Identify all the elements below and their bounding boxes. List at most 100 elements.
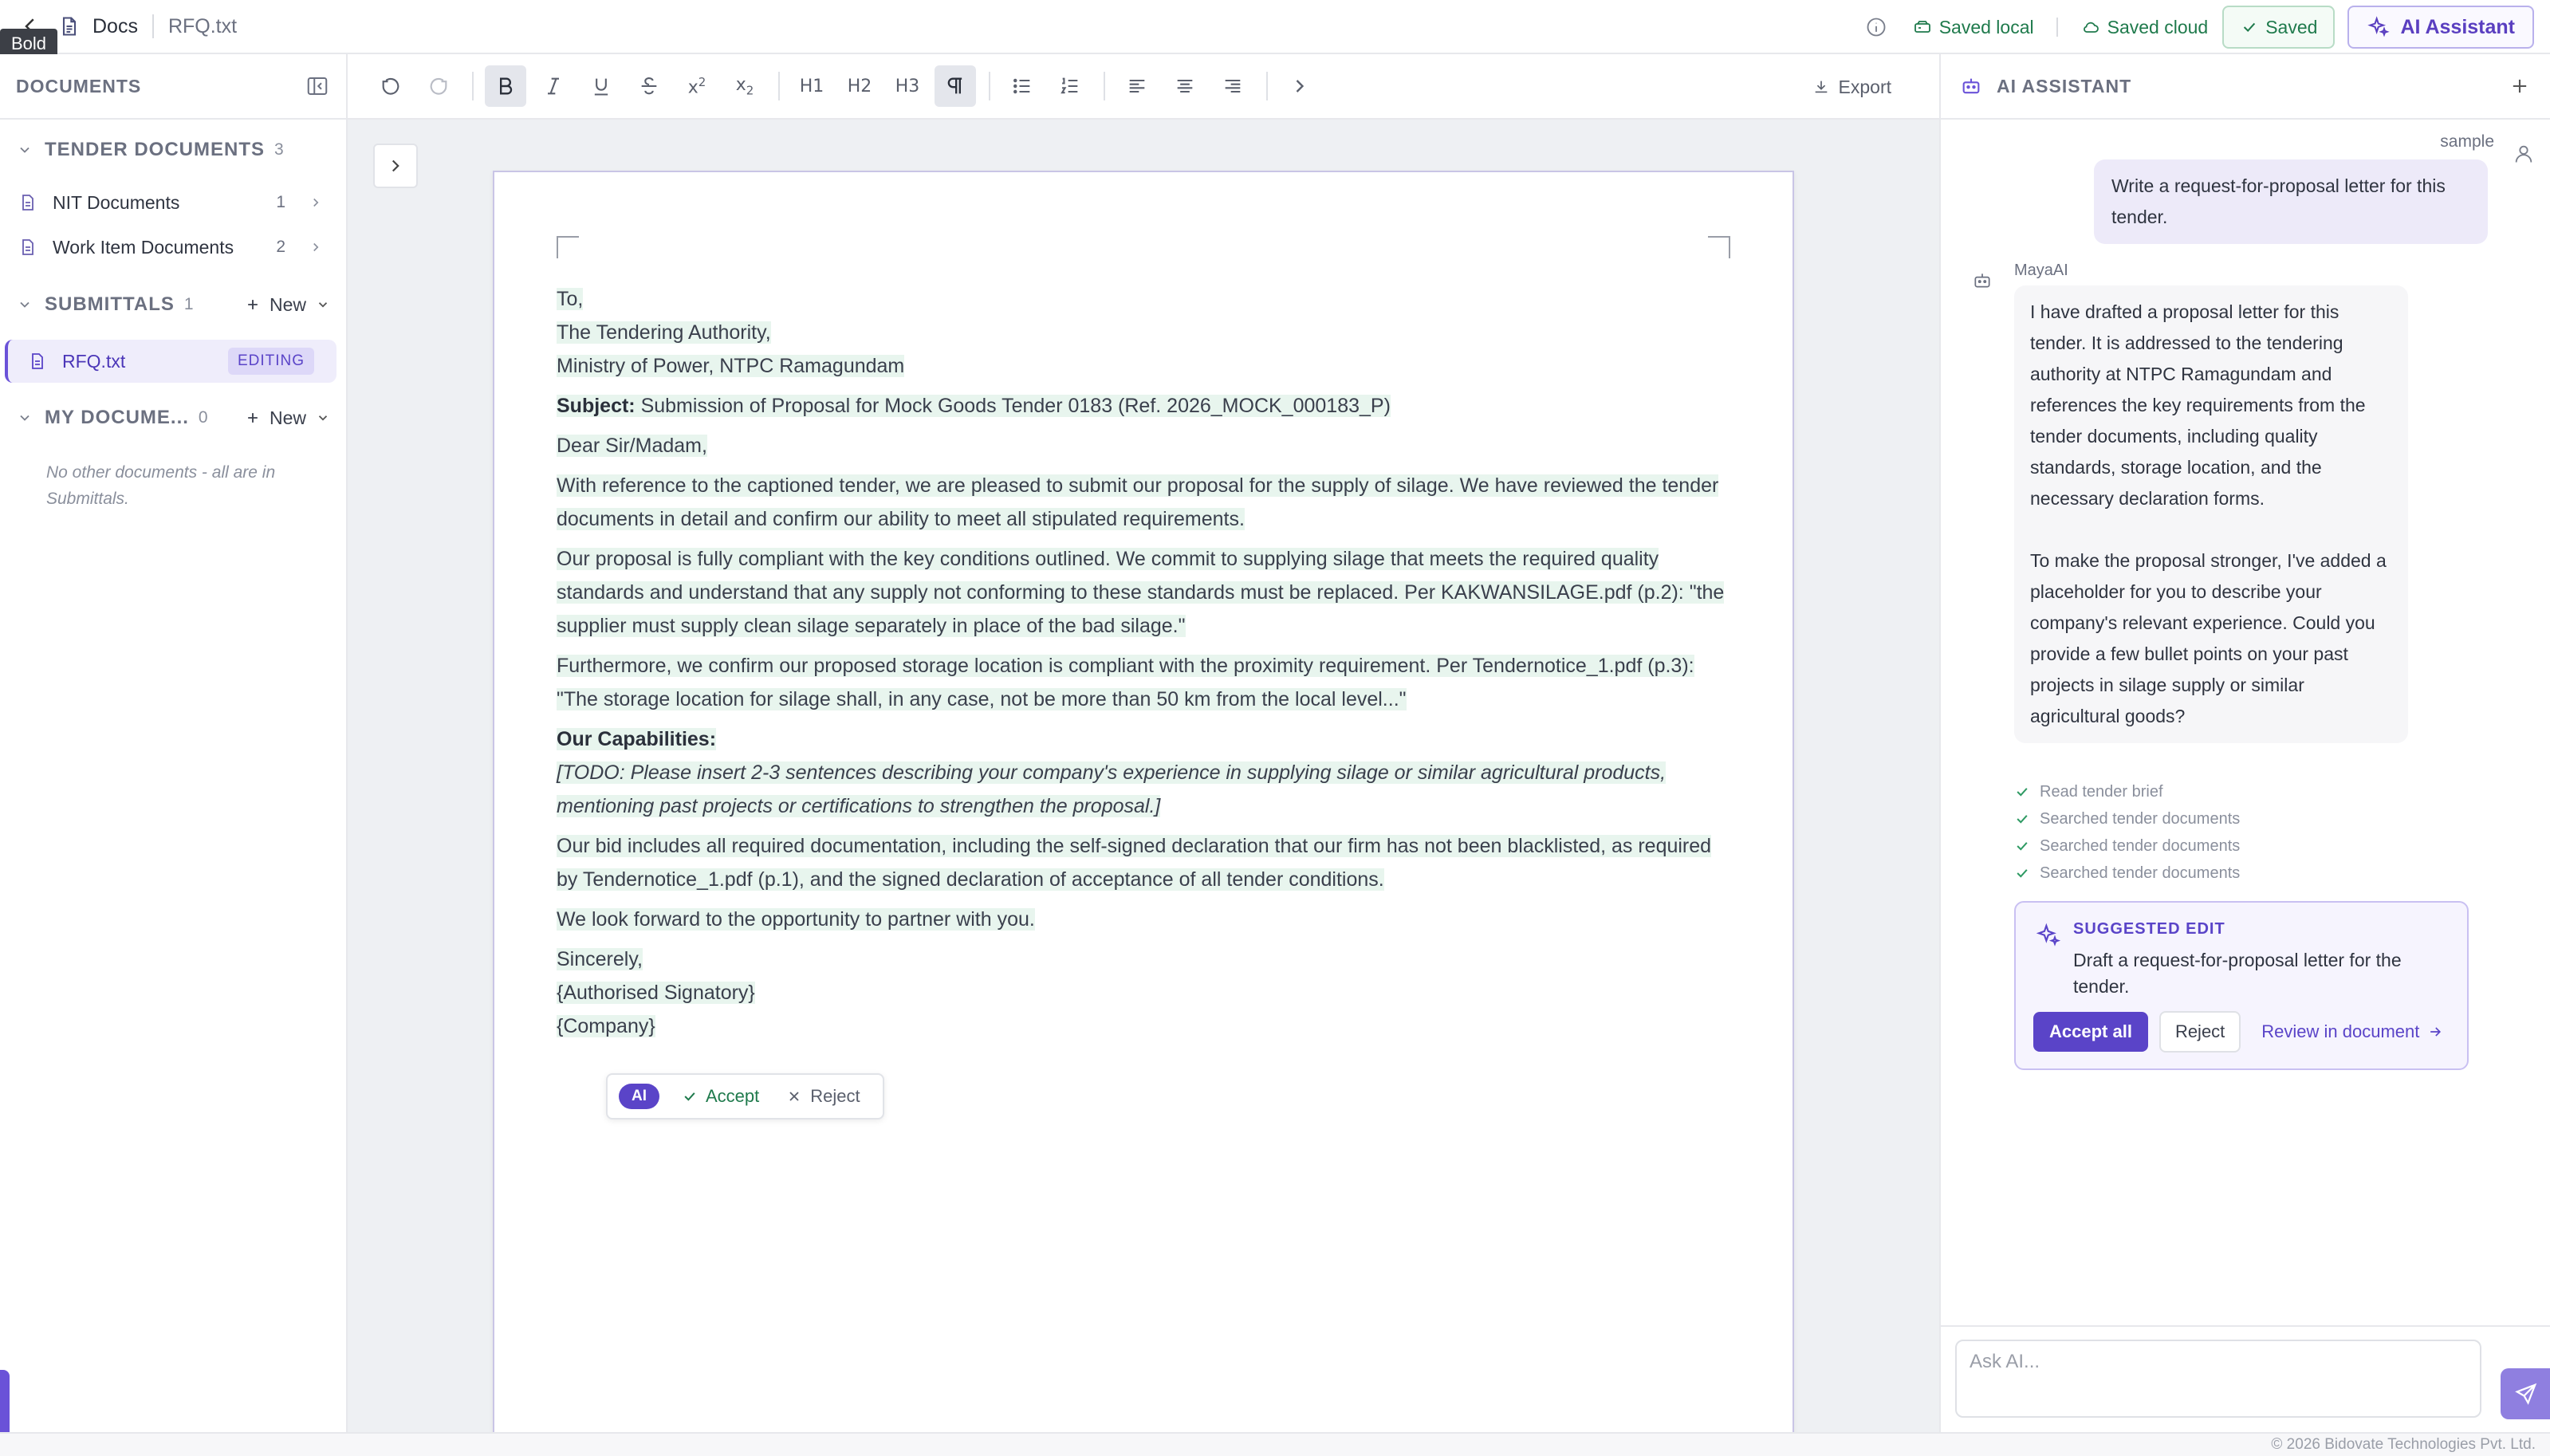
chevron-down-icon (316, 297, 330, 312)
suggested-edit-description: Draft a request-for-proposal letter for … (2073, 950, 2402, 997)
info-icon[interactable] (1864, 15, 1888, 39)
step-item: Searched tender documents (2014, 860, 2240, 887)
assistant-steps: Read tender brief Searched tender docume… (2014, 778, 2240, 887)
sidebar-item-work-item-documents[interactable]: Work Item Documents 2 (0, 225, 346, 270)
document-page[interactable]: To, The Tendering Authority, Ministry of… (493, 171, 1794, 1446)
review-label: Review in document (2261, 1021, 2420, 1041)
toolbar-divider (472, 72, 474, 100)
undo-button[interactable] (370, 65, 411, 107)
subscript-button[interactable]: x2 (724, 65, 765, 107)
my-documents-count: 0 (198, 408, 208, 427)
review-in-document-button[interactable]: Review in document (2261, 1021, 2443, 1042)
user-icon (2512, 142, 2536, 166)
saved-local-status: Saved local (1912, 17, 2034, 38)
collapse-sidebar-icon[interactable] (305, 73, 330, 99)
saved-button[interactable]: Saved (2222, 6, 2336, 49)
expand-outline-button[interactable] (373, 144, 418, 188)
submittals-count: 1 (183, 295, 194, 313)
align-left-button[interactable] (1116, 65, 1158, 107)
arrow-right-icon (2427, 1024, 2443, 1040)
chevron-right-icon (1296, 80, 1305, 92)
redo-button[interactable] (418, 65, 459, 107)
ai-assistant-button[interactable]: AI Assistant (2347, 6, 2534, 49)
cloud-icon (2080, 17, 2101, 37)
send-button[interactable] (2501, 1368, 2550, 1419)
heading-2-button[interactable]: H2 (839, 65, 880, 107)
toolbar-divider (989, 72, 990, 100)
heading-1-button[interactable]: H1 (791, 65, 832, 107)
ai-assistant-label: AI Assistant (2400, 15, 2515, 38)
strikethrough-button[interactable] (628, 65, 670, 107)
status-divider (2056, 18, 2058, 37)
suggested-edit-actions: Accept all Reject Review in document (2033, 1011, 2443, 1053)
saved-button-label: Saved (2265, 16, 2318, 37)
my-documents-section[interactable]: MY DOCUME... 0 New (0, 388, 346, 448)
export-button[interactable]: Export (1812, 54, 1891, 120)
align-center-icon (1177, 79, 1193, 93)
toolbar-divider (778, 72, 780, 100)
bold-button[interactable] (485, 65, 526, 107)
accept-suggestion-button[interactable]: Accept (682, 1086, 759, 1107)
align-center-button[interactable] (1164, 65, 1206, 107)
new-chat-icon[interactable] (2509, 75, 2531, 97)
align-right-button[interactable] (1212, 65, 1253, 107)
step-item: Searched tender documents (2014, 805, 2240, 832)
paragraph-1: With reference to the captioned tender, … (557, 474, 1719, 530)
paragraph-button[interactable] (935, 65, 976, 107)
company: {Company} (557, 1015, 655, 1037)
sidebar-item-nit-documents[interactable]: NIT Documents 1 (0, 180, 346, 225)
step-item: Searched tender documents (2014, 832, 2240, 860)
numbered-list-button[interactable] (1049, 65, 1091, 107)
more-tools-button[interactable] (1279, 65, 1320, 107)
underline-icon (594, 78, 608, 96)
superscript-button[interactable]: x2 (676, 65, 718, 107)
paragraph-2: Our proposal is fully compliant with the… (557, 548, 1725, 637)
file-icon (27, 351, 48, 372)
strikethrough-icon (641, 77, 657, 95)
italic-button[interactable] (533, 65, 574, 107)
reject-suggestion-button[interactable]: Reject (786, 1086, 860, 1107)
saved-cloud-label: Saved cloud (2107, 16, 2209, 37)
underline-button[interactable] (580, 65, 622, 107)
my-documents-new-button[interactable]: New (244, 407, 330, 429)
docs-breadcrumb[interactable]: Docs (92, 15, 138, 38)
export-label: Export (1838, 76, 1891, 97)
documents-sidebar: DOCUMENTS TENDER DOCUMENTS 3 NIT Documen… (0, 54, 348, 1432)
submittals-section[interactable]: SUBMITTALS 1 New (0, 274, 346, 335)
plus-icon (244, 409, 262, 427)
heading-3-button[interactable]: H3 (887, 65, 928, 107)
item-count: 1 (276, 193, 285, 211)
ask-ai-input[interactable] (1955, 1340, 2481, 1418)
sidebar-item-rfq[interactable]: RFQ.txt EDITING (5, 340, 336, 383)
chevron-down-icon (16, 141, 33, 159)
submittals-title: SUBMITTALS (45, 293, 175, 315)
bullet-list-button[interactable] (1002, 65, 1043, 107)
check-icon (682, 1088, 698, 1104)
align-left-icon (1129, 79, 1145, 93)
ai-assistant-panel: AI ASSISTANT sample Write a request-for-… (1939, 54, 2550, 1432)
bottom-side-tab[interactable] (0, 1370, 10, 1442)
reject-button[interactable]: Reject (2158, 1011, 2241, 1053)
accept-label: Accept (706, 1086, 760, 1106)
sidebar-title: DOCUMENTS (16, 75, 142, 96)
chevron-down-icon (316, 411, 330, 425)
check-icon (2240, 18, 2259, 37)
document-icon (56, 13, 83, 40)
ai-panel-title: AI ASSISTANT (1997, 75, 2132, 96)
heading-1-label: H1 (799, 76, 824, 96)
copyright: © 2026 Bidovate Technologies Pvt. Ltd. (2271, 1436, 2536, 1453)
paragraph-5: We look forward to the opportunity to pa… (557, 908, 1035, 931)
subject-line: Subject: Submission of Proposal for Mock… (557, 395, 1391, 417)
submittals-new-button[interactable]: New (244, 294, 330, 316)
accept-all-button[interactable]: Accept all (2033, 1012, 2148, 1052)
chevron-right-icon (392, 159, 399, 172)
file-icon (18, 237, 38, 258)
reject-label: Reject (810, 1086, 860, 1106)
subject-text: Submission of Proposal for Mock Goods Te… (635, 395, 1391, 417)
tender-documents-section[interactable]: TENDER DOCUMENTS 3 (0, 120, 346, 180)
closing: Sincerely, (557, 948, 643, 970)
document-content[interactable]: To, The Tendering Authority, Ministry of… (557, 282, 1737, 1043)
tender-documents-count: 3 (274, 140, 284, 159)
plus-icon (244, 296, 262, 313)
chevron-down-icon (16, 409, 33, 427)
